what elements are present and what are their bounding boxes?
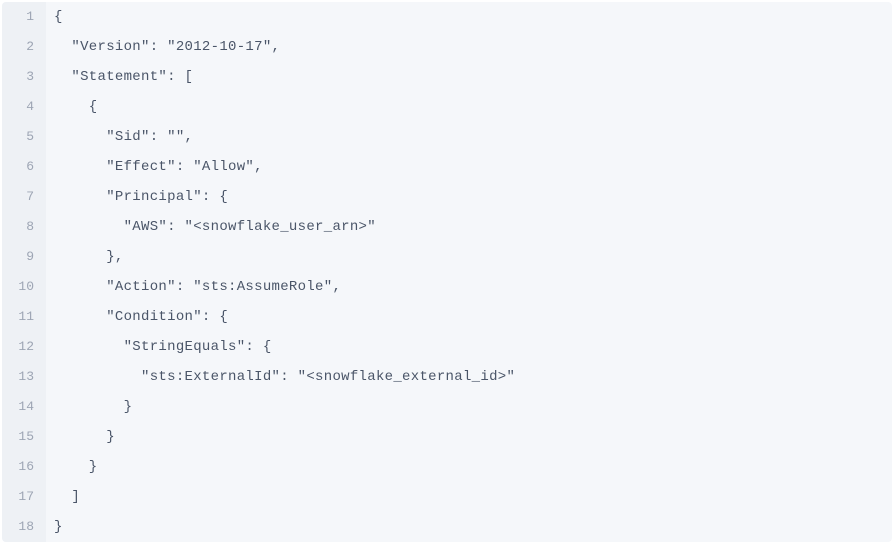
code-line: 7 "Principal": { — [2, 182, 892, 212]
line-number: 13 — [2, 362, 46, 392]
line-number: 18 — [2, 512, 46, 542]
line-content: "Action": "sts:AssumeRole", — [46, 272, 341, 302]
line-number: 1 — [2, 2, 46, 32]
line-number: 15 — [2, 422, 46, 452]
line-number: 6 — [2, 152, 46, 182]
line-content: } — [46, 422, 115, 452]
line-content: "Principal": { — [46, 182, 228, 212]
line-number: 2 — [2, 32, 46, 62]
code-block: 1 { 2 "Version": "2012-10-17", 3 "Statem… — [2, 2, 892, 542]
code-line: 18 } — [2, 512, 892, 542]
code-line: 11 "Condition": { — [2, 302, 892, 332]
line-content: }, — [46, 242, 124, 272]
line-content: "AWS": "<snowflake_user_arn>" — [46, 212, 376, 242]
line-number: 5 — [2, 122, 46, 152]
line-number: 14 — [2, 392, 46, 422]
line-number: 9 — [2, 242, 46, 272]
line-content: } — [46, 452, 98, 482]
line-number: 4 — [2, 92, 46, 122]
line-content: } — [46, 512, 63, 542]
line-number: 11 — [2, 302, 46, 332]
line-number: 17 — [2, 482, 46, 512]
line-content: } — [46, 392, 132, 422]
line-number: 8 — [2, 212, 46, 242]
code-line: 14 } — [2, 392, 892, 422]
code-line: 8 "AWS": "<snowflake_user_arn>" — [2, 212, 892, 242]
code-line: 9 }, — [2, 242, 892, 272]
line-content: "Sid": "", — [46, 122, 193, 152]
code-line: 4 { — [2, 92, 892, 122]
line-content: "Effect": "Allow", — [46, 152, 263, 182]
line-number: 3 — [2, 62, 46, 92]
code-line: 5 "Sid": "", — [2, 122, 892, 152]
line-content: "StringEquals": { — [46, 332, 272, 362]
code-line: 17 ] — [2, 482, 892, 512]
code-line: 3 "Statement": [ — [2, 62, 892, 92]
line-content: "Condition": { — [46, 302, 228, 332]
line-number: 16 — [2, 452, 46, 482]
code-line: 2 "Version": "2012-10-17", — [2, 32, 892, 62]
code-line: 13 "sts:ExternalId": "<snowflake_externa… — [2, 362, 892, 392]
line-content: { — [46, 92, 98, 122]
line-content: ] — [46, 482, 80, 512]
code-line: 10 "Action": "sts:AssumeRole", — [2, 272, 892, 302]
code-line: 1 { — [2, 2, 892, 32]
code-line: 16 } — [2, 452, 892, 482]
line-content: "Version": "2012-10-17", — [46, 32, 280, 62]
line-content: "sts:ExternalId": "<snowflake_external_i… — [46, 362, 515, 392]
line-number: 10 — [2, 272, 46, 302]
line-number: 7 — [2, 182, 46, 212]
code-line: 15 } — [2, 422, 892, 452]
code-line: 12 "StringEquals": { — [2, 332, 892, 362]
line-content: "Statement": [ — [46, 62, 193, 92]
line-number: 12 — [2, 332, 46, 362]
code-line: 6 "Effect": "Allow", — [2, 152, 892, 182]
line-content: { — [46, 2, 63, 32]
